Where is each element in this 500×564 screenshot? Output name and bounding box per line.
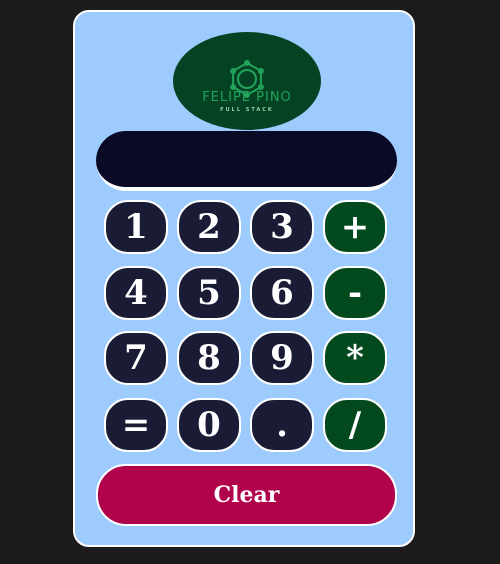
key-8[interactable]: 8: [177, 331, 241, 385]
key-2[interactable]: 2: [177, 200, 241, 254]
key-decimal[interactable]: .: [250, 398, 314, 452]
key-9[interactable]: 9: [250, 331, 314, 385]
key-multiply[interactable]: *: [323, 331, 387, 385]
clear-button[interactable]: Clear: [96, 464, 397, 526]
key-subtract[interactable]: -: [323, 266, 387, 320]
key-equals[interactable]: =: [104, 398, 168, 452]
logo: FELIPE PINO FULL STACK: [173, 32, 321, 130]
key-1[interactable]: 1: [104, 200, 168, 254]
key-4[interactable]: 4: [104, 266, 168, 320]
logo-subtitle: FULL STACK: [220, 107, 274, 113]
key-3[interactable]: 3: [250, 200, 314, 254]
key-divide[interactable]: /: [323, 398, 387, 452]
key-7[interactable]: 7: [104, 331, 168, 385]
calculator-panel: FELIPE PINO FULL STACK 1 2 3 + 4 5 6 - 7…: [73, 10, 415, 547]
key-6[interactable]: 6: [250, 266, 314, 320]
key-5[interactable]: 5: [177, 266, 241, 320]
result-display: [96, 131, 397, 191]
key-0[interactable]: 0: [177, 398, 241, 452]
key-add[interactable]: +: [323, 200, 387, 254]
logo-title: FELIPE PINO: [202, 90, 292, 105]
hexagon-nodes-icon: [230, 60, 264, 98]
